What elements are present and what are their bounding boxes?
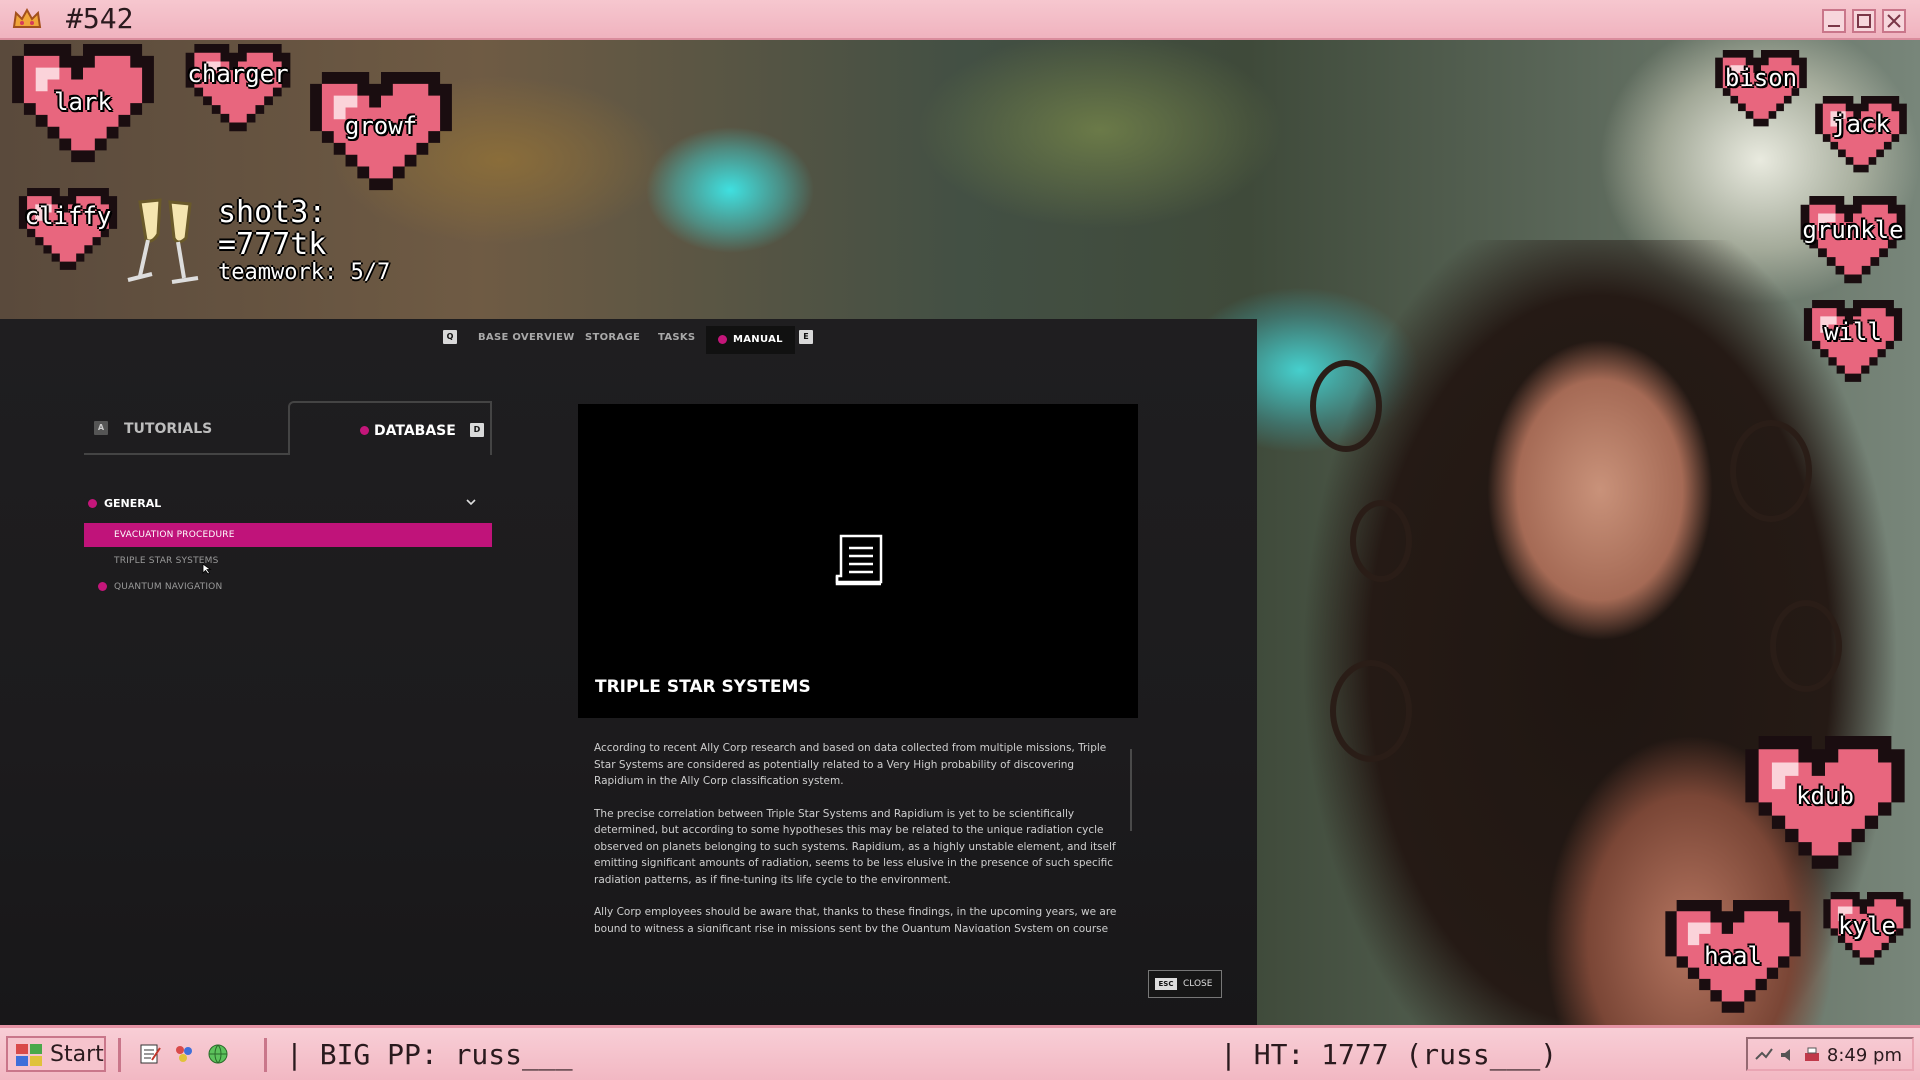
heart-badge: grunkle [1796, 196, 1910, 292]
heart-badge: bison [1712, 50, 1810, 134]
heart-label: lark [54, 88, 112, 116]
document-icon [835, 534, 883, 586]
network-icon[interactable] [1754, 1045, 1774, 1065]
article-header-panel: TRIPLE STAR SYSTEMS [578, 404, 1138, 718]
tab-tasks[interactable]: TASKS [658, 332, 695, 343]
heart-label: will [1824, 318, 1882, 346]
section-general[interactable]: GENERAL [88, 495, 484, 515]
globe-icon[interactable] [206, 1042, 230, 1066]
close-icon [1887, 14, 1901, 28]
stream-stats: shot3: =777tk teamwork: 5/7 [218, 198, 390, 284]
article-paragraph: According to recent Ally Corp research a… [594, 742, 1107, 787]
maximize-icon [1857, 14, 1871, 28]
printer-icon[interactable] [1802, 1045, 1822, 1065]
heart-label: haal [1704, 942, 1762, 970]
active-dot-icon [718, 334, 727, 344]
start-logo-icon [16, 1044, 42, 1066]
heart-icon [1796, 196, 1910, 292]
start-label: Start [50, 1042, 104, 1067]
esc-key: ESC [1155, 978, 1177, 990]
heart-badge: haal [1660, 900, 1806, 1024]
taskbar-divider [264, 1038, 267, 1072]
notepad-icon[interactable] [138, 1042, 162, 1066]
tab-manual-label: MANUAL [733, 334, 783, 345]
tab-storage[interactable]: STORAGE [585, 332, 640, 343]
minimize-button[interactable] [1822, 9, 1846, 33]
crown-icon [12, 7, 42, 28]
heart-badge: will [1800, 300, 1906, 390]
heart-badge: kyle [1820, 892, 1914, 972]
list-dot-icon [98, 582, 107, 591]
heart-label: charger [187, 60, 289, 88]
taskbar-divider [118, 1038, 121, 1072]
heart-icon [1712, 50, 1810, 134]
heart-label: growf [344, 112, 418, 140]
taskbar: Start | BIG PP: russ___ | HT: 1777 (russ… [0, 1025, 1920, 1080]
heart-label: bison [1724, 64, 1798, 92]
minimize-icon [1828, 25, 1840, 27]
system-tray: 8:49 pm [1746, 1037, 1914, 1071]
window-titlebar: #542 [0, 0, 1920, 40]
heart-label: cliffy [24, 202, 112, 230]
heart-icon [180, 44, 296, 140]
article-title: TRIPLE STAR SYSTEMS [595, 677, 811, 697]
start-button[interactable]: Start [6, 1036, 106, 1072]
heart-badge: jack [1812, 96, 1910, 180]
heart-label: kdub [1796, 782, 1854, 810]
maximize-button[interactable] [1852, 9, 1876, 33]
teamwork-count: teamwork: 5/7 [218, 260, 391, 285]
tab-tutorials-label: TUTORIALS [124, 421, 213, 437]
token-count: =777tk [218, 227, 327, 262]
list-item-quantum-nav[interactable]: QUANTUM NAVIGATION [84, 575, 492, 599]
heart-icon [1812, 96, 1910, 180]
article-paragraph: Ally Corp employees should be aware that… [594, 906, 1117, 932]
paint-icon[interactable] [172, 1042, 196, 1066]
list-item-triple-star[interactable]: TRIPLE STAR SYSTEMS [84, 549, 492, 575]
article-scrollbar[interactable] [1130, 749, 1132, 831]
tab-manual[interactable]: MANUAL [706, 326, 795, 354]
game-manual-screen: Q BASE OVERVIEW STORAGE TASKS MANUAL E A… [0, 319, 1257, 1025]
top-navigation: Q BASE OVERVIEW STORAGE TASKS MANUAL E [0, 319, 1257, 355]
close-window-button[interactable] [1882, 9, 1906, 33]
active-dot-icon [360, 426, 369, 435]
section-general-label: GENERAL [104, 497, 162, 510]
tab-database-label: DATABASE [374, 423, 456, 439]
heart-badge: kdub [1740, 736, 1910, 882]
list-item-label: QUANTUM NAVIGATION [114, 582, 223, 592]
heart-badge: growf [306, 72, 456, 202]
database-key: D [470, 423, 484, 437]
window-title: #542 [66, 2, 134, 35]
heart-badge: cliffy [14, 188, 122, 278]
tab-database[interactable]: DATABASE D [288, 401, 492, 455]
close-label: CLOSE [1183, 979, 1213, 989]
heart-label: jack [1832, 110, 1890, 138]
clock: 8:49 pm [1826, 1045, 1902, 1066]
volume-icon[interactable] [1778, 1045, 1798, 1065]
close-manual-button[interactable]: ESC CLOSE [1148, 970, 1222, 998]
heart-label: grunkle [1802, 216, 1904, 244]
article-body: According to recent Ally Corp research a… [594, 740, 1118, 932]
ticker-left: | BIG PP: russ___ [286, 1038, 573, 1071]
tab-tutorials[interactable]: A TUTORIALS [84, 401, 288, 455]
ticker-right: | HT: 1777 (russ___) [1220, 1038, 1558, 1071]
list-item-evacuation[interactable]: EVACUATION PROCEDURE [84, 523, 492, 547]
heart-badge: charger [180, 44, 296, 140]
manual-tabs: A TUTORIALS DATABASE D [84, 401, 492, 455]
list-item-label: EVACUATION PROCEDURE [114, 530, 235, 540]
next-tab-key[interactable]: E [799, 330, 813, 344]
heart-label: kyle [1838, 912, 1896, 940]
shot-label: shot3: [218, 195, 327, 230]
prev-tab-key[interactable]: Q [443, 330, 457, 344]
tutorials-key: A [94, 421, 108, 435]
article-paragraph: The precise correlation between Triple S… [594, 807, 1116, 886]
cursor-icon [202, 563, 212, 575]
heart-badge: lark [8, 44, 158, 174]
section-dot-icon [88, 499, 97, 508]
champagne-icon [127, 198, 199, 284]
tab-base-overview[interactable]: BASE OVERVIEW [478, 332, 575, 343]
chevron-down-icon [466, 499, 476, 506]
